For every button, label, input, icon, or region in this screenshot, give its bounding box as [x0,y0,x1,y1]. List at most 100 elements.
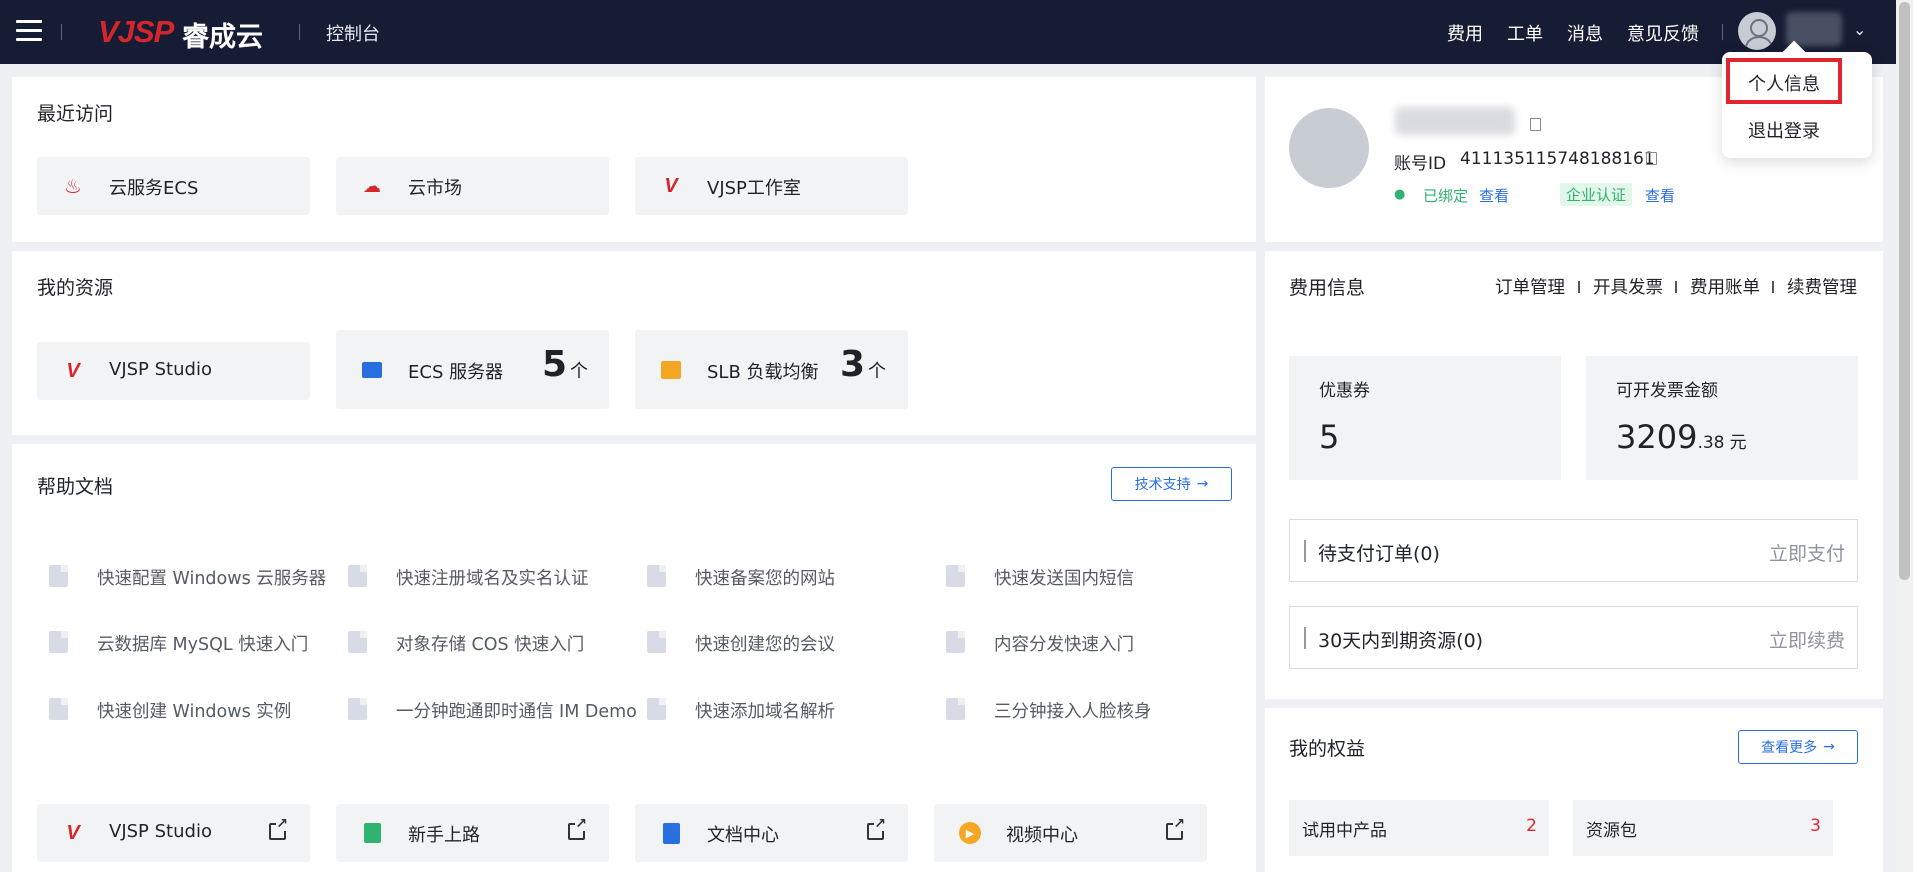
recent-title: 最近访问 [37,103,114,125]
resources-card: 我的资源 V VJSP Studio ECS 服务器 5 个 SLB 负载均衡 … [12,251,1256,435]
doc-link[interactable]: 快速配置 Windows 云服务器 [97,565,326,590]
chevron-down-icon[interactable]: ⌄ [1853,20,1866,39]
trial-products-label: 试用中产品 [1302,821,1387,841]
quick-link-label: 新手上路 [408,825,480,846]
cloud-download-icon: ☁ [363,175,381,197]
document-icon [946,565,965,587]
quick-link-doc-center[interactable]: 文档中心 [635,804,908,862]
bill-link[interactable]: 费用账单 [1690,274,1760,299]
doc-link[interactable]: 三分钟接入人脸核身 [994,698,1152,723]
divider [61,24,62,40]
quick-link-getting-started[interactable]: 新手上路 [336,804,609,862]
wechat-status: 已绑定 [1423,187,1469,205]
pending-orders-row: 待支付订单(0) 立即支付 [1289,519,1858,582]
external-link-icon [867,817,887,840]
account-id-value: 411135115748188161 [1460,149,1655,169]
logo-text[interactable]: 睿成云 [182,15,263,54]
document-icon [348,631,367,653]
resource-unit: 个 [570,361,588,382]
invoice-amount-box[interactable]: 可开发票金额 3209.38 元 [1586,356,1858,480]
nav-feedback[interactable]: 意见反馈 [1627,20,1699,46]
tech-support-button[interactable]: 技术支持 → [1111,467,1232,501]
vjsp-logo-icon: V [66,821,80,844]
document-icon [647,631,666,653]
account-name-blurred [1395,107,1515,135]
doc-link[interactable]: 快速创建 Windows 实例 [97,698,291,723]
renew-now-link[interactable]: 立即续费 [1769,626,1845,653]
view-more-label: 查看更多 [1761,740,1818,756]
doc-link[interactable]: 内容分发快速入门 [994,631,1134,656]
renewal-link[interactable]: 续费管理 [1787,274,1857,299]
resource-label: ECS 服务器 [408,362,504,383]
nav-tickets[interactable]: 工单 [1507,20,1543,46]
recent-ecs-label: 云服务ECS [109,178,199,199]
trial-products-box[interactable]: 试用中产品 2 [1289,800,1549,856]
divider [1304,540,1306,562]
divider [1675,281,1677,293]
divider [1578,281,1580,293]
expiring-resources-row: 30天内到期资源(0) 立即续费 [1289,606,1858,669]
menu-item-profile[interactable]: 个人信息 [1748,70,1820,96]
menu-item-logout[interactable]: 退出登录 [1748,117,1820,143]
recent-ecs[interactable]: ♨ 云服务ECS [37,157,310,215]
resource-ecs[interactable]: ECS 服务器 5 个 [336,330,609,409]
scrollbar-thumb[interactable] [1899,2,1910,580]
doc-link[interactable]: 快速注册域名及实名认证 [396,565,589,590]
quick-link-video-center[interactable]: ▶ 视频中心 [934,804,1207,862]
document-icon [647,565,666,587]
account-id-label: 账号ID [1394,154,1447,174]
help-card: 帮助文档 技术支持 → 快速配置 Windows 云服务器 快速注册域名及实名认… [12,444,1256,872]
divider [1772,281,1774,293]
resource-label: SLB 负载均衡 [707,362,819,383]
invoice-amount-unit: 元 [1729,433,1747,453]
pay-now-link[interactable]: 立即支付 [1769,539,1845,566]
copy-icon[interactable] [1530,118,1541,131]
coupon-box[interactable]: 优惠券 5 [1289,356,1561,480]
view-more-button[interactable]: 查看更多 → [1738,730,1858,764]
divider [1722,24,1723,40]
coupon-label: 优惠券 [1319,381,1370,401]
resource-pack-box[interactable]: 资源包 3 [1573,800,1833,856]
quick-link-label: VJSP Studio [109,821,212,842]
doc-link[interactable]: 快速添加域名解析 [695,698,835,723]
divider [299,24,300,40]
doc-link[interactable]: 一分钟跑通即时通信 IM Demo [396,698,637,723]
recent-market[interactable]: ☁ 云市场 [336,157,609,215]
benefits-title: 我的权益 [1289,738,1366,760]
resource-unit: 个 [868,361,886,382]
nav-messages[interactable]: 消息 [1567,20,1603,46]
nav-fees[interactable]: 费用 [1447,20,1483,46]
menu-icon[interactable] [16,20,42,44]
resource-slb[interactable]: SLB 负载均衡 3 个 [635,330,908,409]
recent-card: 最近访问 ♨ 云服务ECS ☁ 云市场 V VJSP工作室 [12,77,1256,242]
doc-link[interactable]: 云数据库 MySQL 快速入门 [97,631,308,656]
invoice-link[interactable]: 开具发票 [1593,274,1663,299]
external-link-icon [568,817,588,840]
enterprise-view-link[interactable]: 查看 [1645,185,1675,206]
divider [1304,627,1306,649]
quick-link-vjsp-studio[interactable]: V VJSP Studio [37,804,310,862]
tech-support-label: 技术支持 [1134,477,1191,493]
doc-link[interactable]: 对象存储 COS 快速入门 [396,631,584,656]
doc-link[interactable]: 快速创建您的会议 [695,631,835,656]
resources-title: 我的资源 [37,277,114,299]
external-link-icon [1166,817,1186,840]
console-link[interactable]: 控制台 [326,20,380,46]
resource-vjsp-studio[interactable]: V VJSP Studio [37,342,310,400]
coupon-value: 5 [1319,418,1340,456]
document-icon [946,631,965,653]
recent-vjsp-studio[interactable]: V VJSP工作室 [635,157,908,215]
order-management-link[interactable]: 订单管理 [1495,274,1565,299]
quick-link-label: 视频中心 [1006,825,1078,846]
user-avatar-icon[interactable] [1738,12,1776,50]
quick-link-label: 文档中心 [707,825,779,846]
doc-link[interactable]: 快速备案您的网站 [695,565,835,590]
wechat-view-link[interactable]: 查看 [1479,185,1509,206]
copy-icon[interactable] [1646,152,1657,165]
recent-market-label: 云市场 [408,178,462,199]
external-link-icon [269,817,289,840]
resource-pack-count: 3 [1810,816,1821,836]
invoice-amount-int: 3209 [1616,418,1698,456]
doc-link[interactable]: 快速发送国内短信 [994,565,1134,590]
logo[interactable]: VJSP [98,14,174,50]
